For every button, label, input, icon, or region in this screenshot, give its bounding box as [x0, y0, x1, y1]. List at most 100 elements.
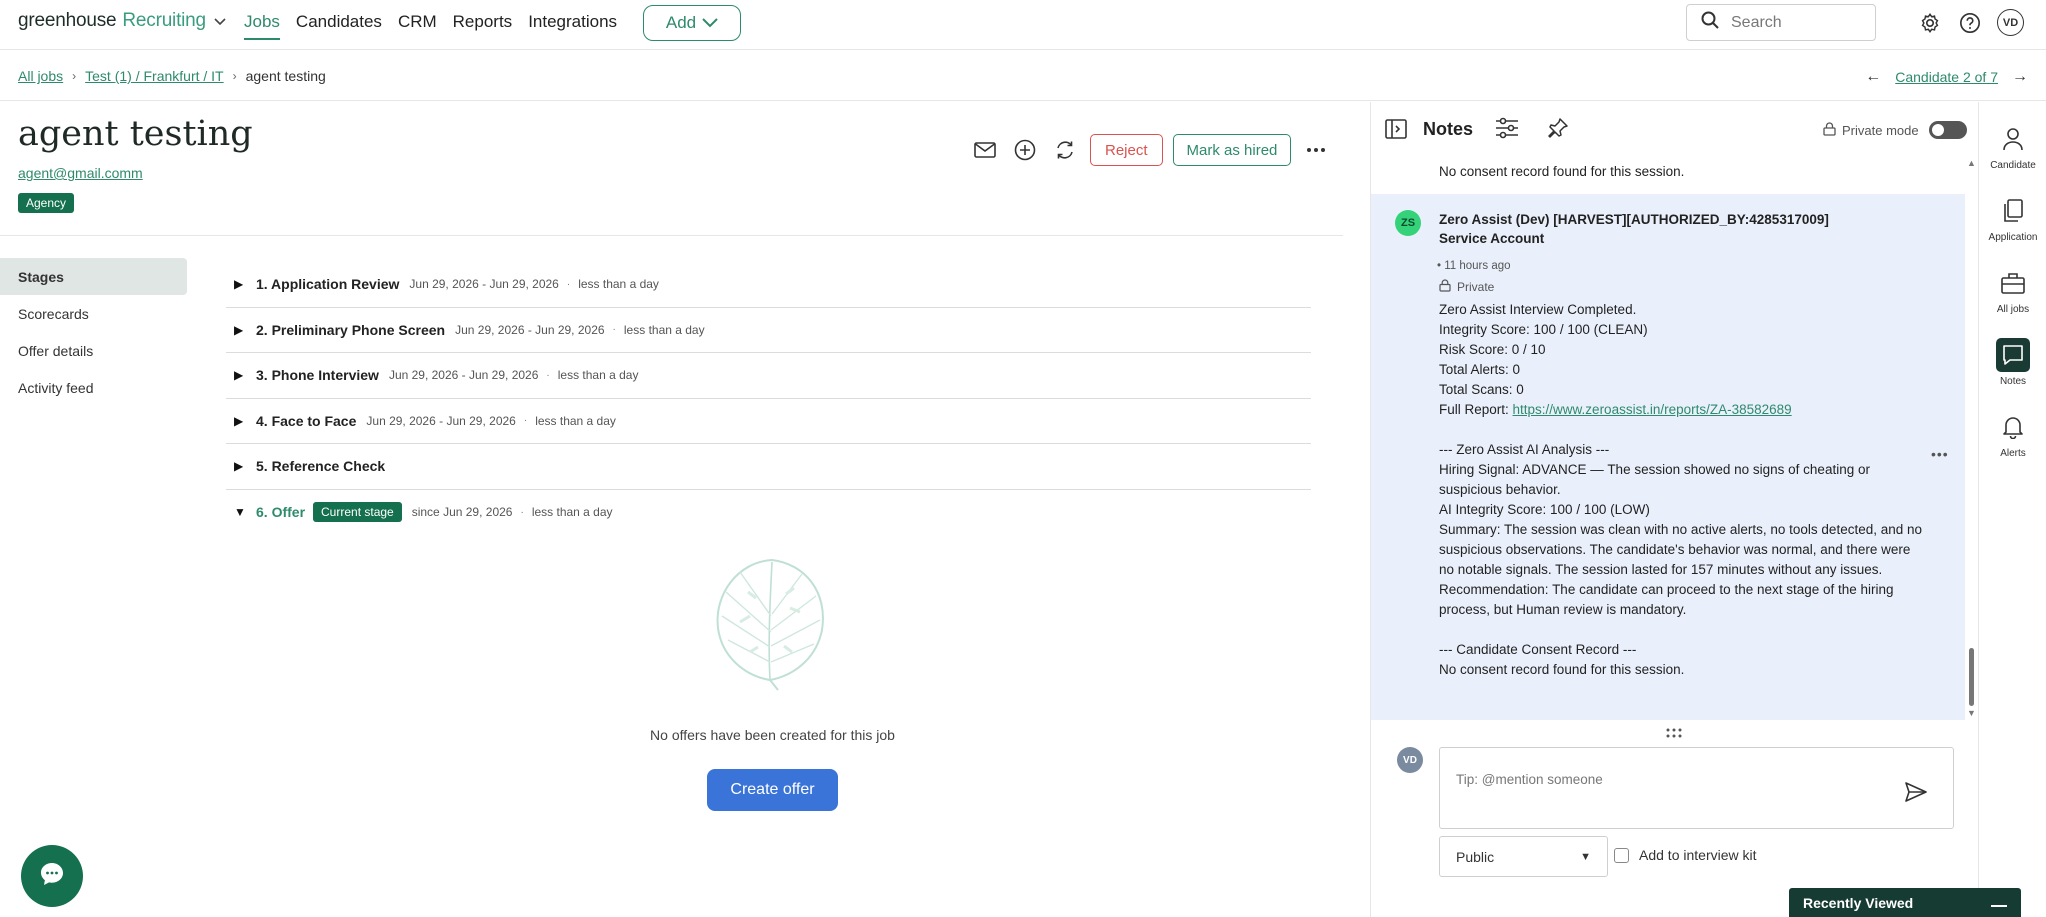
tab-activity-feed[interactable]: Activity feed [0, 369, 187, 406]
candidate-position-link[interactable]: Candidate 2 of 7 [1895, 69, 1998, 85]
recently-viewed-label: Recently Viewed [1803, 894, 1914, 911]
note-line: AI Integrity Score: 100 / 100 (LOW) [1439, 502, 1650, 517]
pin-icon[interactable] [1547, 117, 1569, 144]
add-button[interactable]: Add [643, 5, 741, 41]
reject-button[interactable]: Reject [1090, 134, 1163, 166]
rail-application[interactable]: Application [1979, 194, 2046, 243]
note-line: Summary: The session was clean with no a… [1439, 522, 1923, 577]
nav-candidates[interactable]: Candidates [296, 12, 382, 40]
logo-product: Recruiting [122, 10, 206, 31]
filter-sliders-icon[interactable] [1495, 117, 1519, 144]
caret-right-icon: ▶ [234, 277, 244, 292]
more-options-icon[interactable] [1301, 135, 1331, 165]
note-line: Hiring Signal: ADVANCE — The session sho… [1439, 462, 1870, 497]
notes-list[interactable]: No consent record found for this session… [1371, 158, 1979, 720]
caret-down-icon: ▼ [234, 505, 246, 520]
rail-label: Alerts [2000, 448, 2026, 459]
stage-row-current[interactable]: ▼ 6. Offer Current stage since Jun 29, 2… [226, 490, 1311, 536]
person-icon [1996, 122, 2030, 156]
stage-row[interactable]: ▶ 5. Reference Check [226, 444, 1311, 490]
rail-alerts[interactable]: Alerts [1979, 410, 2046, 459]
add-to-interview-kit[interactable]: Add to interview kit [1614, 847, 1757, 863]
stage-name: 2. Preliminary Phone Screen [256, 321, 446, 338]
stage-row[interactable]: ▶ 1. Application Review Jun 29, 2026 - J… [226, 262, 1311, 308]
nav-crm[interactable]: CRM [398, 12, 437, 40]
private-mode-label: Private mode [1842, 122, 1919, 138]
private-mode-toggle[interactable]: Private mode [1823, 121, 1967, 139]
candidate-email[interactable]: agent@gmail.comm [18, 165, 143, 181]
stage-duration: less than a day [623, 322, 705, 337]
stage-row[interactable]: ▶ 3. Phone Interview Jun 29, 2026 - Jun … [226, 353, 1311, 399]
note-compose-input[interactable]: Tip: @mention someone [1439, 747, 1954, 829]
note-author-type: Service Account [1439, 231, 1545, 246]
tab-stages[interactable]: Stages [0, 258, 187, 295]
chat-launcher[interactable] [21, 845, 83, 907]
notes-panel: Notes Private mode No consent record fou… [1370, 102, 1978, 917]
email-icon[interactable] [970, 135, 1000, 165]
nav-integrations[interactable]: Integrations [528, 12, 617, 40]
add-circle-icon[interactable] [1010, 135, 1040, 165]
stage-row[interactable]: ▶ 4. Face to Face Jun 29, 2026 - Jun 29,… [226, 399, 1311, 444]
note-line: Integrity Score: 100 / 100 (CLEAN) [1439, 322, 1648, 337]
scrollbar-thumb[interactable] [1969, 648, 1974, 706]
note-more-icon[interactable]: ••• [1931, 446, 1949, 462]
search-input[interactable]: Search [1686, 4, 1876, 41]
current-stage-badge: Current stage [313, 502, 402, 523]
nav-jobs[interactable]: Jobs [244, 12, 280, 40]
briefcase-icon [1996, 266, 2030, 300]
chat-bubble-icon [38, 860, 66, 893]
scroll-down-icon[interactable]: ▼ [1967, 708, 1976, 718]
breadcrumb-job[interactable]: Test (1) / Frankfurt / IT [85, 68, 223, 84]
caret-right-icon: ▶ [234, 413, 244, 428]
note-author-avatar: ZS [1395, 210, 1421, 236]
notes-scrollbar[interactable]: ▲ ▼ [1967, 158, 1977, 720]
nav-reports[interactable]: Reports [453, 12, 513, 40]
toggle-switch[interactable] [1928, 121, 1967, 139]
bell-icon [1996, 410, 2030, 444]
stage-dates: Jun 29, 2026 - Jun 29, 2026 [366, 413, 516, 428]
stage-duration: less than a day [557, 368, 639, 383]
note-line: Total Alerts: 0 [1439, 362, 1521, 377]
report-link[interactable]: https://www.zeroassist.in/reports/ZA-385… [1513, 402, 1792, 417]
user-avatar[interactable]: VD [1997, 9, 2024, 36]
mark-as-hired-button[interactable]: Mark as hired [1172, 134, 1292, 166]
help-icon[interactable] [1958, 11, 1982, 35]
note-visibility-select[interactable]: Public ▼ [1439, 836, 1608, 877]
app-logo[interactable]: greenhouse Recruiting [18, 10, 226, 32]
chevron-down-icon [702, 13, 718, 33]
separator-dot: · [566, 278, 571, 290]
gear-icon[interactable] [1918, 11, 1942, 35]
send-icon[interactable] [1905, 782, 1927, 807]
note-line: Risk Score: 0 / 10 [1439, 342, 1546, 357]
candidate-actions: Reject Mark as hired [970, 134, 1331, 166]
minimize-icon[interactable] [1991, 895, 2007, 911]
caret-right-icon: ▶ [234, 368, 244, 383]
rail-notes[interactable]: Notes [1979, 338, 2046, 387]
main-nav: Jobs Candidates CRM Reports Integrations [244, 12, 617, 40]
breadcrumb: All jobs › Test (1) / Frankfurt / IT › a… [18, 68, 326, 84]
tab-offer-details[interactable]: Offer details [0, 332, 187, 369]
refresh-icon[interactable] [1050, 135, 1080, 165]
chevron-down-icon [214, 14, 226, 29]
stage-dates: Jun 29, 2026 - Jun 29, 2026 [455, 322, 605, 337]
arrow-left-icon[interactable]: ← [1865, 68, 1881, 86]
resize-handle-icon[interactable] [1666, 725, 1682, 741]
breadcrumb-all-jobs[interactable]: All jobs [18, 68, 63, 84]
scroll-up-icon[interactable]: ▲ [1967, 158, 1976, 168]
stage-row[interactable]: ▶ 2. Preliminary Phone Screen Jun 29, 20… [226, 308, 1311, 353]
arrow-right-icon[interactable]: → [2012, 68, 2028, 86]
collapse-panel-icon[interactable] [1385, 119, 1407, 144]
source-badge: Agency [18, 193, 75, 213]
recently-viewed-bar[interactable]: Recently Viewed [1789, 888, 2021, 917]
logo-brand: greenhouse [18, 10, 117, 31]
rail-label: Notes [1999, 376, 2027, 387]
rail-candidate[interactable]: Candidate [1979, 122, 2046, 171]
rail-label: Candidate [1990, 160, 2036, 171]
separator-dot: · [520, 506, 524, 518]
create-offer-button[interactable]: Create offer [707, 769, 838, 811]
tab-scorecards[interactable]: Scorecards [0, 295, 187, 332]
compose-avatar: VD [1397, 747, 1423, 773]
note-line: --- Zero Assist AI Analysis --- [1439, 442, 1610, 457]
add-to-kit-checkbox[interactable] [1614, 847, 1629, 863]
rail-all-jobs[interactable]: All jobs [1979, 266, 2046, 315]
